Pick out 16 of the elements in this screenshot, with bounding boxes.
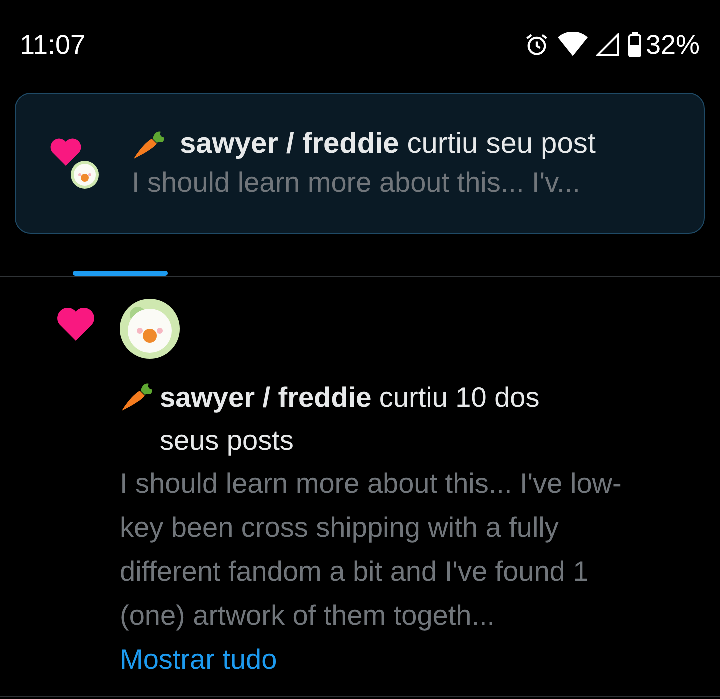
wifi-icon [558,32,588,58]
status-time: 11:07 [20,30,86,60]
battery-icon [628,32,642,58]
heart-icon [56,307,96,341]
carrot-icon [132,130,166,160]
alarm-icon [524,32,550,58]
notification-toast[interactable]: sawyer / freddie curtiu seu post I should learn more about this... I'v... [15,93,705,234]
show-all-link[interactable]: Mostrar tudo [120,638,278,682]
notification-title: sawyer / freddie curtiu seu post [180,128,596,161]
heart-icon [50,138,82,166]
post-preview: I should learn more about this... I've low-key been cross shipping with a fully different fandom a bit and I've found 1 (one) artwork of them togeth... [120,467,623,633]
signal-icon [596,33,620,57]
notification-title: sawyer / freddie curtiu 10 dos seus posts [160,381,541,458]
battery-level: 32% [646,30,700,60]
carrot-icon [120,382,154,412]
notification-preview: I should learn more about this... I'v... [132,167,582,199]
